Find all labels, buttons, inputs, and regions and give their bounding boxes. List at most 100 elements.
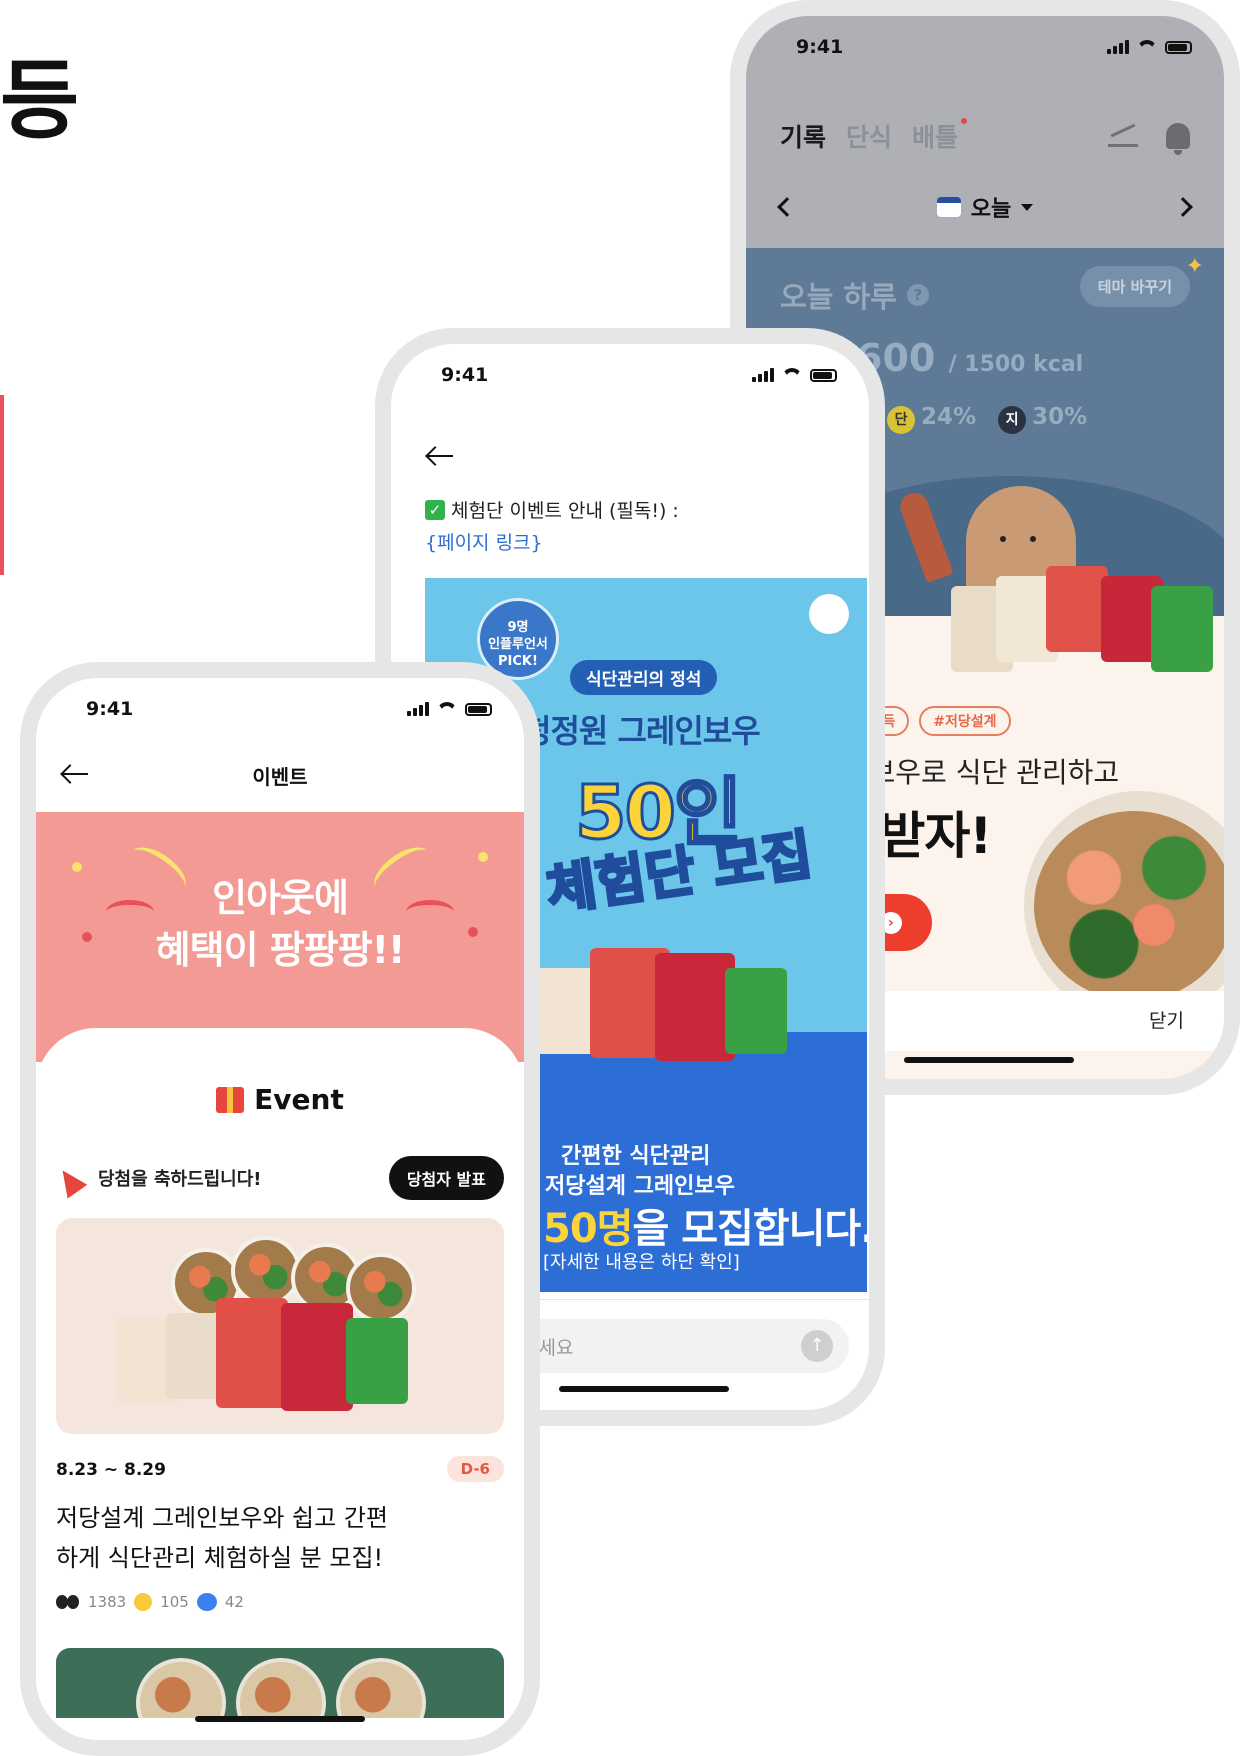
bowl-image bbox=[336, 1658, 426, 1718]
smile-emoji-icon bbox=[134, 1593, 153, 1611]
winner-text: 당첨을 축하드립니다! bbox=[98, 1169, 262, 1190]
banner-line-1: 인아웃에 bbox=[212, 876, 349, 920]
party-popper-icon bbox=[56, 1162, 88, 1194]
event-stats: 1383 105 42 bbox=[56, 1593, 244, 1611]
wifi-icon bbox=[1137, 40, 1157, 54]
event-dates: 8.23 ~ 8.29 bbox=[56, 1460, 166, 1480]
protein-percent: 24 bbox=[921, 404, 954, 430]
eyes-icon bbox=[56, 1595, 80, 1609]
wifi-icon bbox=[782, 368, 802, 382]
post-title-text: 체험단 이벤트 안내 (필독!) : bbox=[451, 500, 679, 522]
bowl-image bbox=[236, 1658, 326, 1718]
diet-tab-bar: 기록 단식 배틀 bbox=[780, 118, 1190, 155]
date-label: 오늘 bbox=[970, 197, 1012, 222]
like-count: 105 bbox=[160, 1593, 189, 1611]
fat-badge: 지 bbox=[998, 406, 1027, 434]
send-arrow-icon[interactable]: ↑ bbox=[801, 1330, 833, 1362]
sparkle-icon: ✦ bbox=[1185, 254, 1204, 279]
signal-icon bbox=[1107, 40, 1129, 54]
phone-event-page: 9:41 이벤트 인아웃에 혜택이 팡팡팡!! Event 당첨을 축하드립니다… bbox=[20, 662, 540, 1756]
product-packs-image bbox=[951, 566, 1221, 672]
close-button[interactable]: 닫기 bbox=[1149, 1006, 1184, 1033]
home-indicator bbox=[904, 1057, 1074, 1063]
status-time: 9:41 bbox=[441, 364, 489, 386]
poster-count: 50명 bbox=[543, 1206, 633, 1252]
poster-text-3: 50명을 모집합니다. bbox=[543, 1196, 867, 1254]
next-event-thumbnail[interactable] bbox=[56, 1648, 504, 1718]
wifi-icon bbox=[437, 702, 457, 716]
tab-battle[interactable]: 배틀 bbox=[912, 118, 967, 154]
product-pack-image bbox=[216, 1298, 288, 1408]
today-summary-title: 오늘 하루 ? bbox=[780, 274, 929, 316]
chat-bubble-icon bbox=[196, 1593, 217, 1611]
page: 등 9:41 기록 단식 배틀 오늘 오늘 하루 ? 테마 바꾸기 ✦ 600 … bbox=[0, 0, 1255, 1756]
bowl-image bbox=[346, 1253, 416, 1323]
status-bar: 9:41 bbox=[391, 344, 869, 406]
description-line-1: 저당설계 그레인보우와 쉽고 간편 bbox=[56, 1504, 389, 1532]
tab-fasting[interactable]: 단식 bbox=[846, 118, 892, 154]
prev-day-icon[interactable] bbox=[777, 197, 797, 217]
poster-text-4: [자세한 내용은 하단 확인] bbox=[543, 1252, 740, 1273]
bell-icon[interactable] bbox=[1166, 123, 1190, 155]
calendar-icon bbox=[936, 197, 961, 217]
trend-chart-icon[interactable] bbox=[1108, 125, 1138, 147]
event-screen: 9:41 이벤트 인아웃에 혜택이 팡팡팡!! Event 당첨을 축하드립니다… bbox=[36, 678, 524, 1740]
status-time: 9:41 bbox=[86, 698, 134, 720]
poster-text-1: 간편한 식단관리 bbox=[561, 1144, 711, 1169]
bowl-image bbox=[231, 1236, 301, 1306]
dday-badge: D-6 bbox=[446, 1456, 504, 1482]
decoration bbox=[72, 862, 82, 872]
status-time: 9:41 bbox=[796, 36, 844, 58]
status-bar: 9:41 bbox=[36, 678, 524, 740]
back-arrow-icon[interactable] bbox=[425, 446, 455, 466]
salad-food-image bbox=[1034, 811, 1224, 996]
event-banner: 인아웃에 혜택이 팡팡팡!! bbox=[36, 812, 524, 1062]
signal-icon bbox=[407, 702, 429, 716]
poster-pill: 식단관리의 정석 bbox=[570, 660, 718, 695]
kcal-readout: 600 / 1500 kcal bbox=[856, 336, 1083, 380]
fat-percent: 30 bbox=[1032, 404, 1065, 430]
product-pack-image bbox=[346, 1318, 408, 1404]
date-navigator: 오늘 bbox=[777, 191, 1193, 223]
post-title: ✓ 체험단 이벤트 안내 (필독!) : bbox=[425, 496, 679, 523]
comment-input[interactable]: 주세요 ↑ bbox=[511, 1319, 849, 1373]
brand-logo bbox=[809, 594, 849, 634]
next-day-icon[interactable] bbox=[1173, 197, 1193, 217]
comment-count: 42 bbox=[224, 1593, 244, 1611]
tab-record[interactable]: 기록 bbox=[780, 118, 826, 154]
winner-row: 당첨을 축하드립니다! 당첨자 발표 bbox=[56, 1156, 504, 1200]
event-title-text: Event bbox=[254, 1083, 344, 1116]
event-section-title: Event bbox=[36, 1083, 524, 1116]
header-title: 이벤트 bbox=[252, 764, 308, 789]
product-packs-image bbox=[535, 948, 805, 1068]
gift-icon bbox=[216, 1086, 245, 1113]
event-thumbnail-image[interactable] bbox=[56, 1218, 504, 1434]
theme-change-button[interactable]: 테마 바꾸기 bbox=[1079, 266, 1190, 307]
edge-accent bbox=[0, 395, 4, 575]
date-selector[interactable]: 오늘 bbox=[936, 191, 1034, 223]
banner-line-2: 혜택이 팡팡팡!! bbox=[155, 928, 406, 972]
today-title-text: 오늘 하루 bbox=[780, 280, 897, 314]
view-count: 1383 bbox=[88, 1593, 127, 1611]
signal-icon bbox=[752, 368, 774, 382]
home-indicator bbox=[195, 1716, 365, 1722]
page-link[interactable]: {페이지 링크} bbox=[425, 528, 543, 555]
winner-announcement-button[interactable]: 당첨자 발표 bbox=[388, 1156, 504, 1200]
home-indicator bbox=[559, 1386, 729, 1392]
caret-down-icon bbox=[1021, 203, 1034, 211]
back-arrow-icon[interactable] bbox=[60, 764, 90, 784]
event-header: 이벤트 bbox=[36, 740, 524, 810]
bowl-image bbox=[136, 1658, 226, 1718]
status-bar: 9:41 bbox=[746, 16, 1224, 78]
partial-heading: 등 bbox=[0, 51, 79, 151]
ad-tag: #저당설계 bbox=[919, 706, 1011, 736]
protein-badge: 단 bbox=[887, 406, 916, 434]
battery-icon bbox=[465, 702, 492, 716]
fat-macro: 지 30% bbox=[998, 404, 1087, 434]
event-description[interactable]: 저당설계 그레인보우와 쉽고 간편 하게 식단관리 체험하실 분 모집! bbox=[56, 1498, 504, 1578]
battery-icon bbox=[1165, 40, 1192, 54]
help-icon[interactable]: ? bbox=[906, 284, 929, 306]
battery-icon bbox=[810, 368, 837, 382]
poster-count-rest: 을 모집합니다. bbox=[632, 1206, 867, 1252]
decoration bbox=[478, 852, 488, 862]
